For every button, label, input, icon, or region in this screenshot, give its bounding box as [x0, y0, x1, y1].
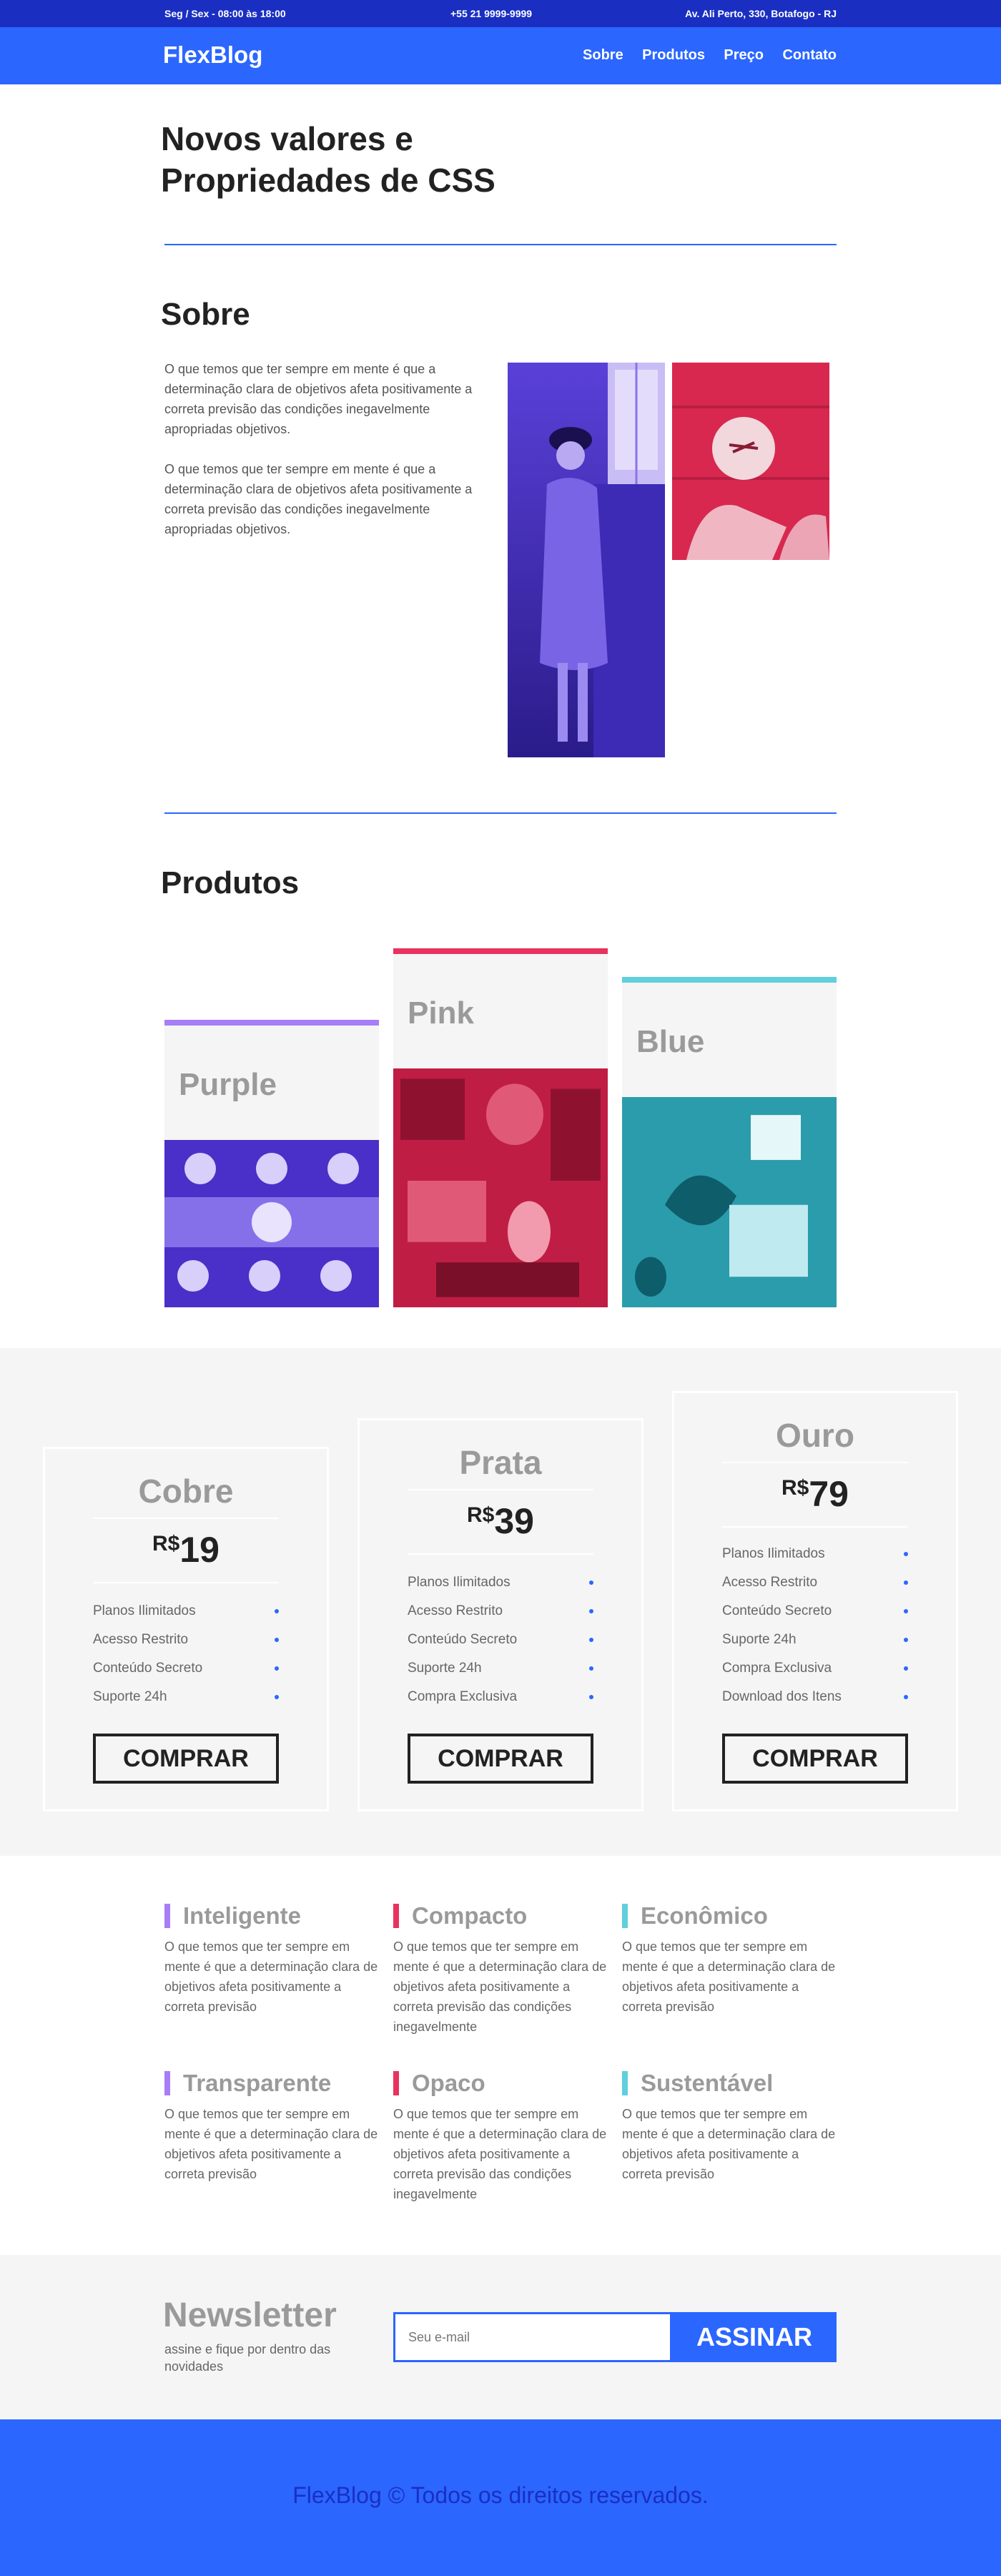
product-name: Blue — [636, 1024, 705, 1059]
feature-item: Inteligente O que temos que ter sempre e… — [164, 1904, 379, 2017]
products-title: Produtos — [161, 865, 300, 900]
site-footer: FlexBlog © Todos os direitos reservados. — [0, 2419, 1001, 2576]
product-image — [393, 1068, 608, 1307]
feature-item: Compacto O que temos que ter sempre em m… — [393, 1904, 608, 2037]
copyright-text: FlexBlog © Todos os direitos reservados. — [292, 2482, 709, 2508]
product-card-purple[interactable]: Purple — [164, 1020, 379, 1307]
about-paragraph: O que temos que ter sempre em mente é qu… — [164, 462, 473, 536]
plan-feature: Suporte 24h — [408, 1661, 593, 1676]
feature-item: Econômico O que temos que ter sempre em … — [622, 1904, 837, 2017]
feature-text: O que temos que ter sempre em mente é qu… — [393, 2107, 607, 2201]
about-title: Sobre — [161, 297, 250, 332]
menu-link-contato[interactable]: Contato — [782, 47, 837, 63]
plan-feature: Suporte 24h — [93, 1689, 279, 1705]
pricing-section: Cobre R$19 Planos Ilimitados Acesso Rest… — [0, 1348, 1001, 1856]
plan-price: R$79 — [781, 1474, 849, 1514]
plan-feature: Conteúdo Secreto — [722, 1603, 908, 1619]
plan-card-prata: Prata R$39 Planos Ilimitados Acesso Rest… — [358, 1418, 644, 1811]
feature-item: Opaco O que temos que ter sempre em ment… — [393, 2071, 608, 2204]
page-title: Novos valores e Propriedades de CSS — [161, 120, 495, 199]
opening-hours: Seg / Sex - 08:00 às 18:00 — [164, 8, 286, 19]
feature-title: Compacto — [393, 1904, 608, 1928]
buy-button[interactable]: COMPRAR — [408, 1734, 593, 1784]
plan-feature: Planos Ilimitados — [408, 1575, 593, 1591]
crafting-photo — [672, 363, 829, 560]
feature-title: Inteligente — [164, 1904, 379, 1928]
feature-item: Sustentável O que temos que ter sempre e… — [622, 2071, 837, 2184]
newsletter-subtitle: assine e fique por dentro das novidades — [164, 2342, 331, 2374]
feature-text: O que temos que ter sempre em mente é qu… — [622, 2107, 836, 2181]
feature-title: Econômico — [622, 1904, 837, 1928]
product-image — [622, 1097, 837, 1307]
email-field[interactable] — [393, 2312, 672, 2362]
plan-name: Ouro — [776, 1417, 854, 1454]
plan-feature: Planos Ilimitados — [93, 1603, 279, 1619]
site-logo[interactable]: FlexBlog — [163, 41, 262, 69]
feature-text: O que temos que ter sempre em mente é qu… — [164, 1940, 378, 2014]
plan-name: Cobre — [138, 1473, 234, 1510]
product-image — [164, 1140, 379, 1307]
plan-feature: Compra Exclusiva — [408, 1689, 593, 1705]
feature-item: Transparente O que temos que ter sempre … — [164, 2071, 379, 2184]
menu-link-sobre[interactable]: Sobre — [583, 47, 623, 63]
plan-card-cobre: Cobre R$19 Planos Ilimitados Acesso Rest… — [43, 1447, 329, 1811]
plan-feature: Conteúdo Secreto — [93, 1661, 279, 1676]
top-info-bar: Seg / Sex - 08:00 às 18:00 +55 21 9999-9… — [0, 0, 1001, 27]
section-divider — [164, 812, 837, 814]
main-menu: Sobre Produtos Preço Contato — [567, 47, 837, 64]
phone-number: +55 21 9999-9999 — [450, 8, 533, 19]
plan-feature: Acesso Restrito — [93, 1632, 279, 1648]
product-card-blue[interactable]: Blue — [622, 977, 837, 1307]
plan-feature: Download dos Itens — [722, 1689, 908, 1705]
plan-name: Prata — [459, 1444, 542, 1481]
plan-feature: Acesso Restrito — [722, 1575, 908, 1591]
feature-title: Opaco — [393, 2071, 608, 2095]
menu-link-produtos[interactable]: Produtos — [642, 47, 705, 63]
main-header: FlexBlog Sobre Produtos Preço Contato — [0, 27, 1001, 84]
section-divider — [164, 244, 837, 245]
newsletter-title: Newsletter — [163, 2296, 337, 2334]
product-name: Purple — [179, 1067, 277, 1102]
feature-text: O que temos que ter sempre em mente é qu… — [622, 1940, 836, 2014]
plan-feature: Conteúdo Secreto — [408, 1632, 593, 1648]
about-paragraph: O que temos que ter sempre em mente é qu… — [164, 362, 473, 436]
plan-price: R$19 — [152, 1530, 220, 1570]
plan-card-ouro: Ouro R$79 Planos Ilimitados Acesso Restr… — [672, 1391, 958, 1811]
address: Av. Ali Perto, 330, Botafogo - RJ — [685, 8, 837, 19]
buy-button[interactable]: COMPRAR — [722, 1734, 908, 1784]
subscribe-button[interactable]: ASSINAR — [672, 2312, 837, 2362]
plan-feature: Compra Exclusiva — [722, 1661, 908, 1676]
newsletter-section: Newsletter assine e fique por dentro das… — [0, 2255, 1001, 2419]
product-name: Pink — [408, 996, 474, 1031]
product-card-pink[interactable]: Pink — [393, 948, 608, 1307]
feature-title: Sustentável — [622, 2071, 837, 2095]
plan-feature: Suporte 24h — [722, 1632, 908, 1648]
feature-text: O que temos que ter sempre em mente é qu… — [393, 1940, 607, 2034]
plan-price: R$39 — [467, 1501, 534, 1541]
feature-title: Transparente — [164, 2071, 379, 2095]
plan-feature: Acesso Restrito — [408, 1603, 593, 1619]
feature-text: O que temos que ter sempre em mente é qu… — [164, 2107, 378, 2181]
woman-window-photo — [508, 363, 665, 757]
menu-link-preco[interactable]: Preço — [724, 47, 764, 63]
plan-feature: Planos Ilimitados — [722, 1546, 908, 1562]
buy-button[interactable]: COMPRAR — [93, 1734, 279, 1784]
